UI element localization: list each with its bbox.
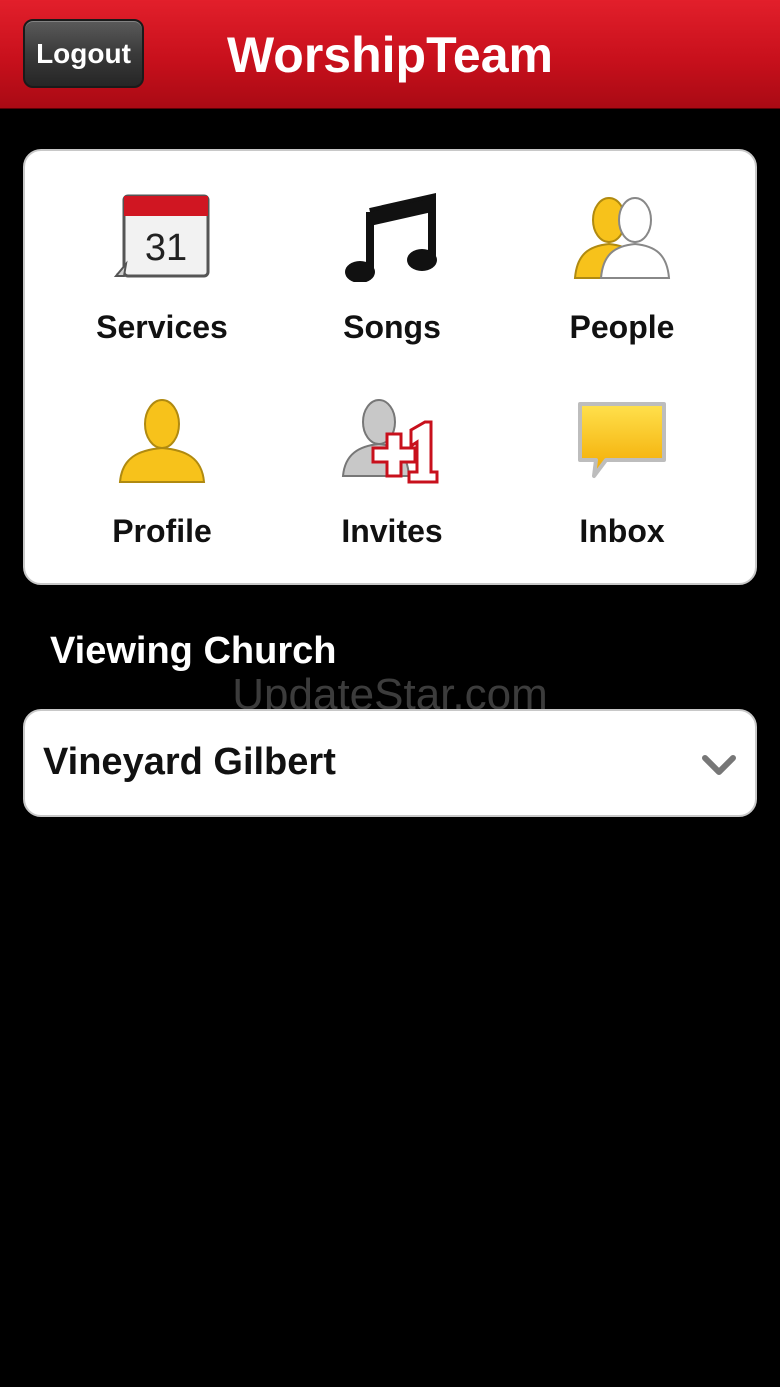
church-select[interactable]: Vineyard Gilbert bbox=[23, 709, 757, 817]
menu-label-profile: Profile bbox=[112, 513, 212, 549]
viewing-church-label: Viewing Church bbox=[50, 630, 337, 672]
person-icon bbox=[107, 391, 217, 491]
music-note-icon bbox=[337, 187, 447, 287]
people-icon bbox=[567, 187, 677, 287]
calendar-day-text: 31 bbox=[145, 227, 187, 269]
menu-label-invites: Invites bbox=[341, 513, 443, 549]
invite-plus-one-icon bbox=[337, 391, 447, 491]
menu-item-songs[interactable]: Songs bbox=[277, 169, 507, 349]
app-title: WorshipTeam bbox=[227, 27, 553, 83]
main-menu-card: 31 Services Songs People Profile Invites… bbox=[23, 149, 757, 585]
menu-item-profile[interactable]: Profile bbox=[47, 373, 277, 553]
calendar-icon: 31 bbox=[107, 187, 217, 287]
menu-label-services: Services bbox=[96, 309, 228, 345]
chevron-down-icon bbox=[702, 755, 736, 775]
menu-item-invites[interactable]: Invites bbox=[277, 373, 507, 553]
menu-item-services[interactable]: 31 Services bbox=[47, 169, 277, 349]
menu-item-inbox[interactable]: Inbox bbox=[507, 373, 737, 553]
menu-item-people[interactable]: People bbox=[507, 169, 737, 349]
menu-label-people: People bbox=[569, 309, 675, 345]
message-bubble-icon bbox=[567, 391, 677, 491]
menu-label-songs: Songs bbox=[343, 309, 441, 345]
menu-label-inbox: Inbox bbox=[579, 513, 665, 549]
church-select-value: Vineyard Gilbert bbox=[43, 741, 336, 783]
nav-bar: Logout WorshipTeam bbox=[0, 0, 780, 109]
